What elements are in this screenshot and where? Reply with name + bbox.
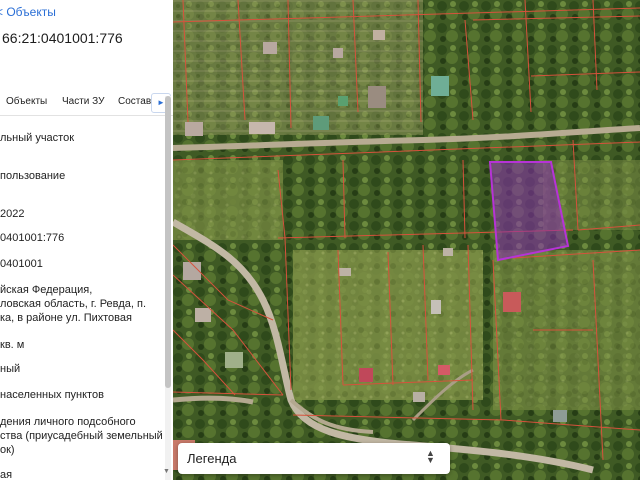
- tab-composition[interactable]: Состав: [118, 96, 151, 107]
- tab-bar: Объекты Части ЗУ Состав ►: [0, 91, 173, 116]
- attr-ownership: пользование: [0, 170, 66, 182]
- legend-dropdown[interactable]: Легенда ▲ ▼: [178, 443, 450, 474]
- scroll-down-arrow-icon[interactable]: ▼: [163, 468, 170, 475]
- scrollbar-thumb[interactable]: [165, 96, 171, 388]
- attr-permitted-use: дения личного подсобного ства (приусадеб…: [0, 416, 163, 456]
- attr-cadastral-quarter: 0401001: [0, 258, 43, 270]
- satellite-map[interactable]: [173, 0, 640, 480]
- attr-area: кв. м: [0, 339, 25, 351]
- attr-cadastral-number: 0401001:776: [0, 232, 65, 244]
- map-imagery: [173, 0, 640, 480]
- attr-date: 2022: [0, 208, 25, 220]
- attr-object-type: льный участок: [0, 132, 75, 144]
- chevron-up-down-icon: ▲ ▼: [426, 448, 435, 465]
- attr-address: йская Федерация, ловская область, г. Рев…: [0, 284, 147, 324]
- cadastral-number-title: 66:21:0401001:776: [2, 30, 123, 46]
- back-to-objects-link[interactable]: < Объекты: [0, 5, 56, 19]
- attr-form: ая: [0, 469, 13, 480]
- legend-label: Легенда: [187, 451, 237, 466]
- info-panel: < Объекты 66:21:0401001:776 Объекты Част…: [0, 0, 173, 480]
- attr-status: ный: [0, 363, 21, 375]
- tab-objects[interactable]: Объекты: [6, 96, 47, 107]
- tab-parcel-parts[interactable]: Части ЗУ: [62, 96, 104, 107]
- attr-land-category: населенных пунктов: [0, 389, 104, 401]
